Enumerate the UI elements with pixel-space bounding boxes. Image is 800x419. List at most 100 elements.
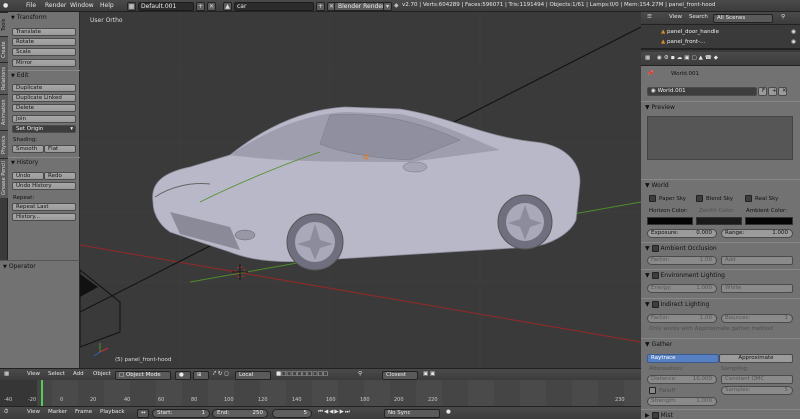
end-frame-field[interactable]: End: 250 bbox=[212, 409, 268, 418]
layers-icon[interactable]: ■□□□□□□□□□ bbox=[276, 371, 328, 377]
indirect-factor-field[interactable]: Factor: 1.00 bbox=[647, 314, 717, 323]
undo-button[interactable]: Undo bbox=[12, 172, 44, 180]
real-sky-checkbox[interactable] bbox=[745, 195, 752, 202]
paper-sky-checkbox[interactable] bbox=[649, 195, 656, 202]
screen-layout-field[interactable]: Default.001 bbox=[138, 2, 194, 11]
menu-select[interactable]: Select bbox=[48, 371, 65, 377]
sampling-method-select[interactable]: Constant QMC bbox=[721, 375, 793, 384]
outliner-search-icon[interactable]: ⚲ bbox=[781, 14, 785, 20]
fake-user-button[interactable]: F bbox=[758, 87, 767, 96]
3d-viewport[interactable]: User Ortho (5) panel_front-hood bbox=[80, 12, 641, 368]
render-icons[interactable]: ▣ ▣ bbox=[423, 371, 435, 377]
ao-blend-select[interactable]: Add bbox=[721, 256, 793, 265]
scale-button[interactable]: Scale bbox=[12, 48, 76, 56]
translate-button[interactable]: Translate bbox=[12, 28, 76, 36]
horizon-color-swatch[interactable] bbox=[647, 217, 693, 225]
start-frame-field[interactable]: Start: 1 bbox=[152, 409, 210, 418]
menu-help[interactable]: Help bbox=[100, 2, 114, 9]
env-section-header[interactable]: ▼ Environment Lighting bbox=[641, 269, 800, 280]
ao-section-header[interactable]: ▼ Ambient Occlusion bbox=[641, 242, 800, 253]
timeline-menu-playback[interactable]: Playback bbox=[100, 409, 125, 415]
snap-target-select[interactable]: Closest bbox=[382, 371, 418, 380]
menu-view[interactable]: View bbox=[27, 371, 40, 377]
zenith-color-swatch[interactable] bbox=[696, 217, 742, 225]
preview-section-header[interactable]: ▼ Preview bbox=[641, 101, 800, 112]
properties-context-icons[interactable]: ◉⚙◾☁▣▢▲☎◆ bbox=[657, 55, 720, 61]
pivot-point-select[interactable]: ⊞ bbox=[193, 371, 209, 380]
mist-section-header[interactable]: ▶ Mist bbox=[641, 409, 800, 419]
current-frame-marker[interactable] bbox=[41, 380, 43, 406]
transform-panel-header[interactable]: ▼ Transform bbox=[8, 13, 80, 23]
delete-button[interactable]: Delete bbox=[12, 104, 76, 112]
tab-animation[interactable]: Animation bbox=[0, 94, 8, 130]
menu-object[interactable]: Object bbox=[93, 371, 111, 377]
outliner-row[interactable]: ▲ panel_front-... ◉ bbox=[641, 38, 800, 46]
3d-cursor-icon[interactable] bbox=[232, 264, 248, 280]
outliner-scope-select[interactable]: All Scenes bbox=[713, 14, 773, 23]
indirect-bounces-field[interactable]: Bounces: 1 bbox=[721, 314, 793, 323]
timeline-editor-icon[interactable]: ⏱ bbox=[4, 409, 8, 416]
outliner-menu-view[interactable]: View bbox=[669, 14, 682, 20]
manipulator-icon[interactable]: ⤤ ↻ ◻ bbox=[213, 371, 229, 378]
mode-select[interactable]: □ Object Mode bbox=[115, 371, 171, 380]
properties-editor-icon[interactable]: ▦ bbox=[645, 55, 650, 61]
render-engine-select[interactable]: Blender Render bbox=[334, 2, 389, 11]
timeline-menu-view[interactable]: View bbox=[27, 409, 40, 415]
unlink-world-button[interactable]: ✕ bbox=[778, 87, 787, 96]
tab-physics[interactable]: Physics bbox=[0, 130, 8, 158]
menu-file[interactable]: File bbox=[26, 2, 36, 9]
mirror-button[interactable]: Mirror bbox=[12, 59, 76, 67]
tab-create[interactable]: Create bbox=[0, 36, 8, 62]
falloff-checkbox[interactable] bbox=[649, 387, 656, 394]
rotate-button[interactable]: Rotate bbox=[12, 38, 76, 46]
add-world-button[interactable]: + bbox=[768, 87, 777, 96]
samples-field[interactable]: Samples: 5 bbox=[721, 386, 793, 395]
env-color-select[interactable]: White bbox=[721, 284, 793, 293]
delete-layout-button[interactable]: ✕ bbox=[207, 2, 216, 11]
outliner-row[interactable]: ▲ panel_door_handle ◉ bbox=[641, 28, 800, 36]
edit-panel-header[interactable]: ▼ Edit bbox=[8, 70, 80, 80]
tab-relations[interactable]: Relations bbox=[0, 62, 8, 94]
distance-field[interactable]: Distance: 10.000 bbox=[647, 375, 717, 384]
record-icon[interactable]: ● bbox=[446, 409, 451, 415]
flat-button[interactable]: Flat bbox=[44, 145, 76, 153]
exposure-field[interactable]: Exposure: 0.000 bbox=[647, 229, 717, 238]
world-section-header[interactable]: ▼ World bbox=[641, 179, 800, 190]
timeline[interactable]: -40 -20 0 20 40 60 80 100 120 140 160 18… bbox=[0, 380, 641, 406]
approximate-toggle[interactable]: Approximate bbox=[719, 354, 793, 363]
menu-add[interactable]: Add bbox=[73, 371, 84, 377]
ao-checkbox[interactable] bbox=[651, 245, 659, 252]
blender-logo-icon[interactable]: ● bbox=[3, 2, 8, 9]
gather-section-header[interactable]: ▼ Gather bbox=[641, 338, 800, 349]
add-scene-button[interactable]: + bbox=[316, 2, 325, 11]
visibility-eye-icon[interactable]: ◉ bbox=[791, 38, 796, 46]
screen-layout-icon[interactable]: ▦ bbox=[127, 2, 136, 11]
indirect-section-header[interactable]: ▼ Indirect Lighting bbox=[641, 298, 800, 309]
duplicate-button[interactable]: Duplicate bbox=[12, 84, 76, 92]
repeat-last-button[interactable]: Repeat Last bbox=[12, 203, 76, 211]
operator-panel-header[interactable]: ▼ Operator bbox=[0, 262, 80, 272]
viewport-shading-select[interactable]: ● bbox=[175, 371, 191, 380]
undo-history-button[interactable]: Undo History bbox=[12, 182, 76, 190]
timeline-menu-marker[interactable]: Marker bbox=[48, 409, 67, 415]
redo-button[interactable]: Redo bbox=[44, 172, 76, 180]
playback-controls-icon[interactable]: ⏮◀◀▶▶⏭ bbox=[318, 409, 351, 416]
join-button[interactable]: Join bbox=[12, 115, 76, 123]
menu-render[interactable]: Render bbox=[45, 2, 66, 9]
mist-checkbox[interactable] bbox=[651, 412, 659, 419]
history-button[interactable]: History... bbox=[12, 213, 76, 221]
timeline-menu-frame[interactable]: Frame bbox=[75, 409, 92, 415]
duplicate-linked-button[interactable]: Duplicate Linked bbox=[12, 94, 76, 102]
add-layout-button[interactable]: + bbox=[196, 2, 205, 11]
magnet-icon[interactable]: ⚲ bbox=[358, 371, 362, 377]
current-frame-field[interactable]: 5 bbox=[272, 409, 312, 418]
smooth-button[interactable]: Smooth bbox=[12, 145, 44, 153]
tab-grease-pencil[interactable]: Grease Pencil bbox=[0, 158, 8, 198]
raytrace-toggle[interactable]: Raytrace bbox=[647, 354, 719, 363]
editor-type-icon[interactable]: ▦ bbox=[4, 371, 9, 377]
scene-field[interactable]: car bbox=[234, 2, 314, 11]
indirect-checkbox[interactable] bbox=[651, 301, 659, 308]
ao-factor-field[interactable]: Factor: 1.00 bbox=[647, 256, 717, 265]
menu-window[interactable]: Window bbox=[70, 2, 94, 9]
history-panel-header[interactable]: ▼ History bbox=[8, 157, 80, 167]
